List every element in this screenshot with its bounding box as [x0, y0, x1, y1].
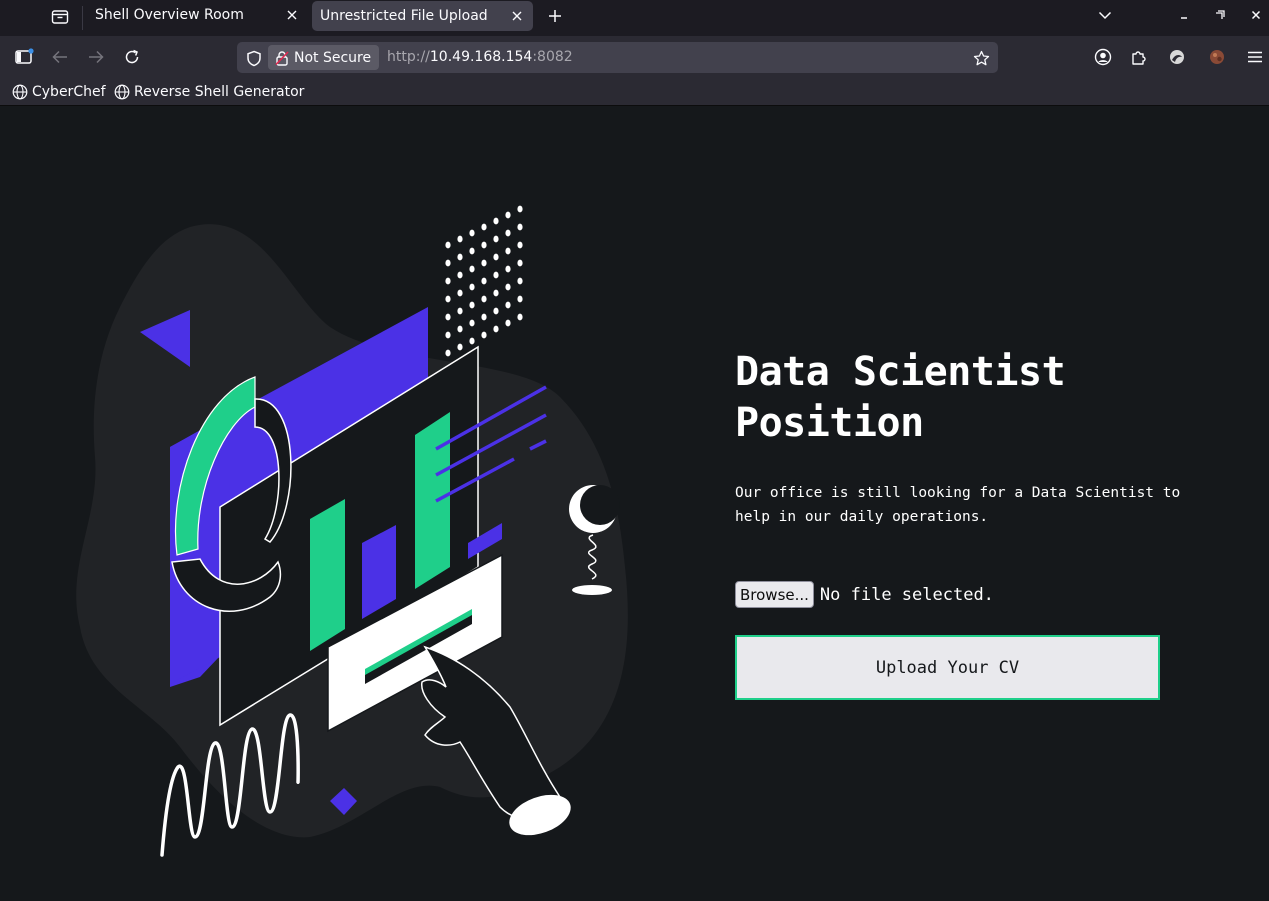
- tab-separator: [82, 6, 83, 30]
- close-icon: [512, 11, 522, 21]
- close-icon: [1251, 10, 1261, 20]
- extension-avatar-icon: [1210, 50, 1224, 64]
- globe-icon: [114, 84, 130, 100]
- tab-bar: Shell Overview Room Unrestricted File Up…: [0, 0, 1269, 36]
- new-tab-button[interactable]: [542, 3, 568, 29]
- sidebar-icon: [15, 48, 34, 64]
- minimize-icon: [1181, 17, 1187, 19]
- title-line-1: Data Scientist: [735, 349, 1066, 395]
- bookmarks-toolbar: CyberChef Reverse Shell Generator: [0, 78, 1269, 106]
- page-viewport: Data Scientist Position Our office is sti…: [0, 107, 1269, 901]
- address-bar[interactable]: Not Secure http://10.49.168.154:8082: [237, 42, 998, 73]
- bookmark-label: Reverse Shell Generator: [134, 84, 305, 100]
- bookmark-cyberchef[interactable]: CyberChef: [12, 82, 106, 102]
- url-input[interactable]: http://10.49.168.154:8082: [387, 49, 573, 65]
- tab-title: Shell Overview Room: [95, 7, 244, 23]
- sidebar-button[interactable]: [10, 43, 38, 71]
- data-analytics-illustration: [76, 205, 628, 857]
- account-icon: [1094, 48, 1112, 66]
- browse-button[interactable]: Browse...: [735, 581, 814, 608]
- back-button[interactable]: [46, 43, 74, 71]
- star-icon: [973, 50, 989, 65]
- lock-warning-icon: [275, 50, 289, 66]
- job-posting: Data Scientist Position Our office is sti…: [735, 347, 1235, 700]
- restore-icon: [1216, 10, 1225, 19]
- tab-list-icon: [51, 10, 69, 24]
- tab-unrestricted-file-upload[interactable]: Unrestricted File Upload: [312, 1, 533, 31]
- shield-icon: [247, 50, 261, 66]
- tab-close-button[interactable]: [507, 6, 527, 26]
- forward-button[interactable]: [82, 43, 110, 71]
- list-all-tabs-button[interactable]: [1092, 4, 1118, 26]
- forward-arrow-icon: [89, 50, 104, 64]
- site-security-button[interactable]: Not Secure: [268, 45, 380, 70]
- job-description: Our office is still looking for a Data S…: [735, 485, 1181, 525]
- tab-list-button[interactable]: [44, 3, 76, 31]
- reload-button[interactable]: [118, 43, 146, 71]
- navigation-toolbar: Not Secure http://10.49.168.154:8082: [0, 36, 1269, 78]
- green-bar-2: [415, 412, 450, 589]
- security-label: Not Secure: [294, 49, 372, 66]
- reload-icon: [125, 49, 139, 64]
- chevron-down-icon: [1098, 11, 1112, 20]
- url-host: 10.49.168.154: [429, 49, 533, 65]
- globe-icon: [12, 84, 28, 100]
- close-icon: [287, 10, 297, 20]
- upload-cv-button[interactable]: Upload Your CV: [735, 635, 1160, 700]
- minimize-button[interactable]: [1171, 4, 1197, 26]
- extension-button-1[interactable]: [1163, 43, 1191, 71]
- url-port: :8082: [532, 49, 573, 65]
- hamburger-menu-icon: [1248, 51, 1262, 63]
- tab-title: Unrestricted File Upload: [320, 8, 488, 24]
- bookmark-page-button[interactable]: [970, 47, 992, 69]
- file-input[interactable]: Browse... No file selected.: [735, 581, 1235, 608]
- account-button[interactable]: [1089, 43, 1117, 71]
- restore-button[interactable]: [1207, 4, 1233, 26]
- bookmark-label: CyberChef: [32, 84, 106, 100]
- extension-button-2[interactable]: [1203, 43, 1231, 71]
- bookmark-reverse-shell-generator[interactable]: Reverse Shell Generator: [114, 82, 304, 102]
- back-arrow-icon: [52, 50, 67, 64]
- file-status-text: No file selected.: [819, 584, 994, 605]
- title-line-2: Position: [735, 400, 924, 446]
- extensions-button[interactable]: [1125, 43, 1153, 71]
- extension-icon: [1170, 50, 1184, 64]
- tab-shell-overview[interactable]: Shell Overview Room: [88, 0, 308, 30]
- app-menu-button[interactable]: [1241, 43, 1269, 71]
- dot-grid: [445, 205, 523, 357]
- window-close-button[interactable]: [1243, 4, 1269, 26]
- url-scheme: http://: [387, 49, 430, 65]
- page-title: Data Scientist Position: [735, 347, 1235, 449]
- tracking-protection-button[interactable]: [243, 47, 265, 69]
- plus-icon: [549, 10, 561, 22]
- tab-close-button[interactable]: [282, 5, 302, 25]
- green-bar-1: [310, 499, 345, 651]
- puzzle-icon: [1132, 51, 1146, 65]
